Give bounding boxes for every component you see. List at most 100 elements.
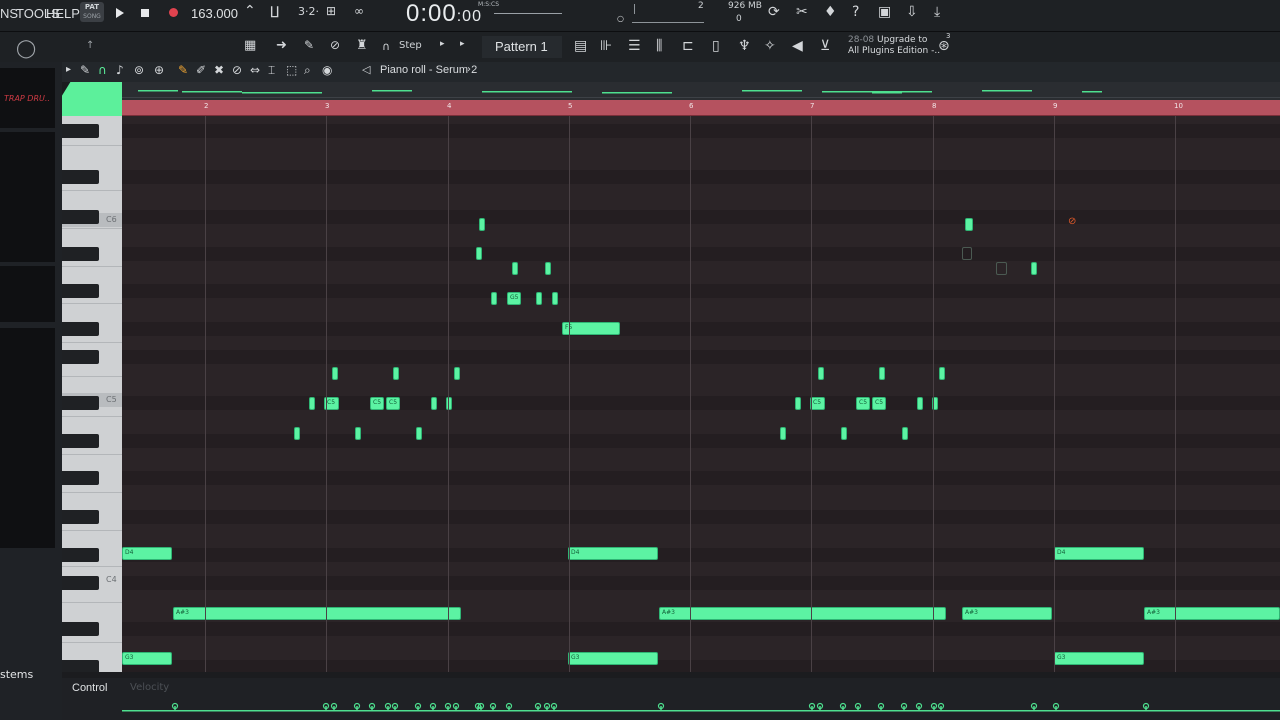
note[interactable] bbox=[446, 397, 452, 410]
note-icon[interactable]: ♪ bbox=[116, 63, 124, 77]
playback-icon[interactable]: ◉ bbox=[322, 63, 332, 77]
undo-icon[interactable]: ⟳ bbox=[768, 4, 780, 20]
pat-song-toggle[interactable]: PAT SONG bbox=[80, 2, 104, 22]
cut-icon[interactable]: ✂ bbox=[796, 4, 808, 20]
note[interactable]: A#3 bbox=[1144, 607, 1280, 620]
note[interactable] bbox=[431, 397, 437, 410]
record-icon[interactable] bbox=[169, 8, 178, 17]
black-key[interactable] bbox=[62, 548, 99, 562]
plug-icon[interactable]: ✧ bbox=[764, 38, 776, 54]
menu-arrow-icon[interactable]: ▸ bbox=[66, 64, 71, 75]
note[interactable] bbox=[309, 397, 315, 410]
note[interactable] bbox=[1031, 262, 1037, 275]
select-icon[interactable]: ⬚ bbox=[286, 63, 297, 77]
wait-icon[interactable]: ∐ bbox=[270, 4, 279, 18]
pattern-arrow-icon[interactable]: ▸ bbox=[460, 39, 465, 49]
note[interactable] bbox=[965, 218, 973, 231]
tempo-display[interactable]: 163.000 bbox=[191, 0, 238, 28]
timeline-ruler[interactable]: 2 3 4 5 6 7 8 9 10 bbox=[122, 100, 1280, 116]
mixer-icon[interactable]: ⫼ bbox=[656, 38, 662, 54]
black-key[interactable] bbox=[62, 350, 99, 364]
black-key[interactable] bbox=[62, 622, 99, 636]
pattern-selector[interactable]: Pattern 1 bbox=[482, 36, 562, 58]
note[interactable] bbox=[780, 427, 786, 440]
note[interactable]: C5 bbox=[856, 397, 870, 410]
browser-footer[interactable]: stems bbox=[0, 668, 33, 681]
note[interactable]: A#3 bbox=[962, 607, 1052, 620]
black-key[interactable] bbox=[62, 510, 99, 524]
velocity-label[interactable]: Velocity bbox=[130, 682, 169, 693]
draw-icon[interactable]: ✎ bbox=[178, 63, 188, 77]
black-key[interactable] bbox=[62, 576, 99, 590]
playlist-icon[interactable]: ▤ bbox=[574, 38, 587, 54]
note[interactable] bbox=[355, 427, 361, 440]
arrow-right-icon[interactable]: ➜ bbox=[276, 38, 287, 53]
note[interactable]: G3 bbox=[122, 652, 172, 665]
black-key[interactable] bbox=[62, 322, 99, 336]
loop-record-icon[interactable]: ∞ bbox=[354, 4, 364, 18]
note[interactable]: A#3 bbox=[173, 607, 461, 620]
note[interactable]: F5 bbox=[562, 322, 620, 335]
note[interactable] bbox=[491, 292, 497, 305]
black-key[interactable] bbox=[62, 124, 99, 138]
black-key[interactable] bbox=[62, 660, 99, 672]
piano-keyboard[interactable]: C6 C5 C4 bbox=[62, 116, 122, 672]
pianoroll-icon[interactable]: ⊪ bbox=[600, 38, 612, 54]
black-key[interactable] bbox=[62, 210, 99, 224]
metronome-icon[interactable]: ⌃ bbox=[244, 3, 256, 19]
note-grid[interactable]: G5 F5 C5 C5 C5 C5 C5 C5 D4 D4 D4 A#3 A#3 A#3 A#3 G3 G3 G3… bbox=[122, 116, 1280, 672]
note[interactable] bbox=[917, 397, 923, 410]
channel-rack-icon[interactable]: ☰ bbox=[628, 38, 641, 54]
black-key[interactable] bbox=[62, 434, 99, 448]
play-icon[interactable] bbox=[116, 8, 124, 18]
note[interactable] bbox=[795, 397, 801, 410]
piano-icon[interactable]: ▦ bbox=[244, 38, 256, 53]
black-key[interactable] bbox=[62, 396, 99, 410]
note[interactable]: C5 bbox=[370, 397, 384, 410]
cart-icon[interactable]: ⊻ bbox=[820, 38, 830, 54]
pattern-overview[interactable] bbox=[122, 82, 1280, 100]
black-key[interactable] bbox=[62, 471, 99, 485]
note[interactable] bbox=[454, 367, 460, 380]
paint-icon[interactable]: ✐ bbox=[196, 63, 206, 77]
mute-tool-icon[interactable]: ⊘ bbox=[232, 63, 242, 77]
plugin-icon[interactable]: ♆ bbox=[738, 38, 751, 54]
magnet-snap-icon[interactable]: ∩ bbox=[98, 63, 107, 77]
note[interactable]: G3 bbox=[1054, 652, 1144, 665]
speaker-icon[interactable]: ◁ bbox=[362, 63, 370, 76]
note[interactable] bbox=[479, 218, 485, 231]
note[interactable] bbox=[545, 262, 551, 275]
record-target-icon[interactable]: ⊚ bbox=[134, 63, 144, 77]
scale-icon[interactable]: ⊕ bbox=[154, 63, 164, 77]
note[interactable] bbox=[879, 367, 885, 380]
note[interactable] bbox=[552, 292, 558, 305]
delete-tool-icon[interactable]: ✖ bbox=[214, 63, 224, 77]
note[interactable] bbox=[332, 367, 338, 380]
pencil-icon[interactable]: ✎ bbox=[304, 38, 314, 52]
note[interactable] bbox=[939, 367, 945, 380]
browser-folder[interactable]: TRAP DRU.. bbox=[4, 94, 50, 103]
stop-icon[interactable] bbox=[141, 9, 149, 17]
microphone-icon[interactable]: ♦ bbox=[824, 4, 837, 20]
black-key[interactable] bbox=[62, 170, 99, 184]
zoom-icon[interactable]: ⌕ bbox=[304, 63, 311, 78]
countdown-icon[interactable]: 3·2· bbox=[298, 5, 319, 18]
note[interactable] bbox=[476, 247, 482, 260]
note[interactable]: C5 bbox=[386, 397, 400, 410]
magnet-icon[interactable]: ∩ bbox=[382, 40, 390, 53]
clipboard-icon[interactable]: ▯ bbox=[712, 38, 720, 54]
note[interactable]: D4 bbox=[1054, 547, 1144, 560]
black-key[interactable] bbox=[62, 284, 99, 298]
note[interactable]: G3 bbox=[568, 652, 658, 665]
note[interactable] bbox=[902, 427, 908, 440]
help-icon[interactable]: ? bbox=[852, 4, 859, 20]
note[interactable] bbox=[818, 367, 824, 380]
note[interactable] bbox=[536, 292, 542, 305]
note[interactable]: C5 bbox=[872, 397, 886, 410]
note[interactable] bbox=[393, 367, 399, 380]
link-icon[interactable]: ⊘ bbox=[330, 38, 340, 52]
note[interactable] bbox=[512, 262, 518, 275]
slice-icon[interactable]: ⌶ bbox=[268, 63, 275, 78]
control-label[interactable]: Control bbox=[72, 682, 107, 694]
note[interactable]: G5 bbox=[507, 292, 521, 305]
